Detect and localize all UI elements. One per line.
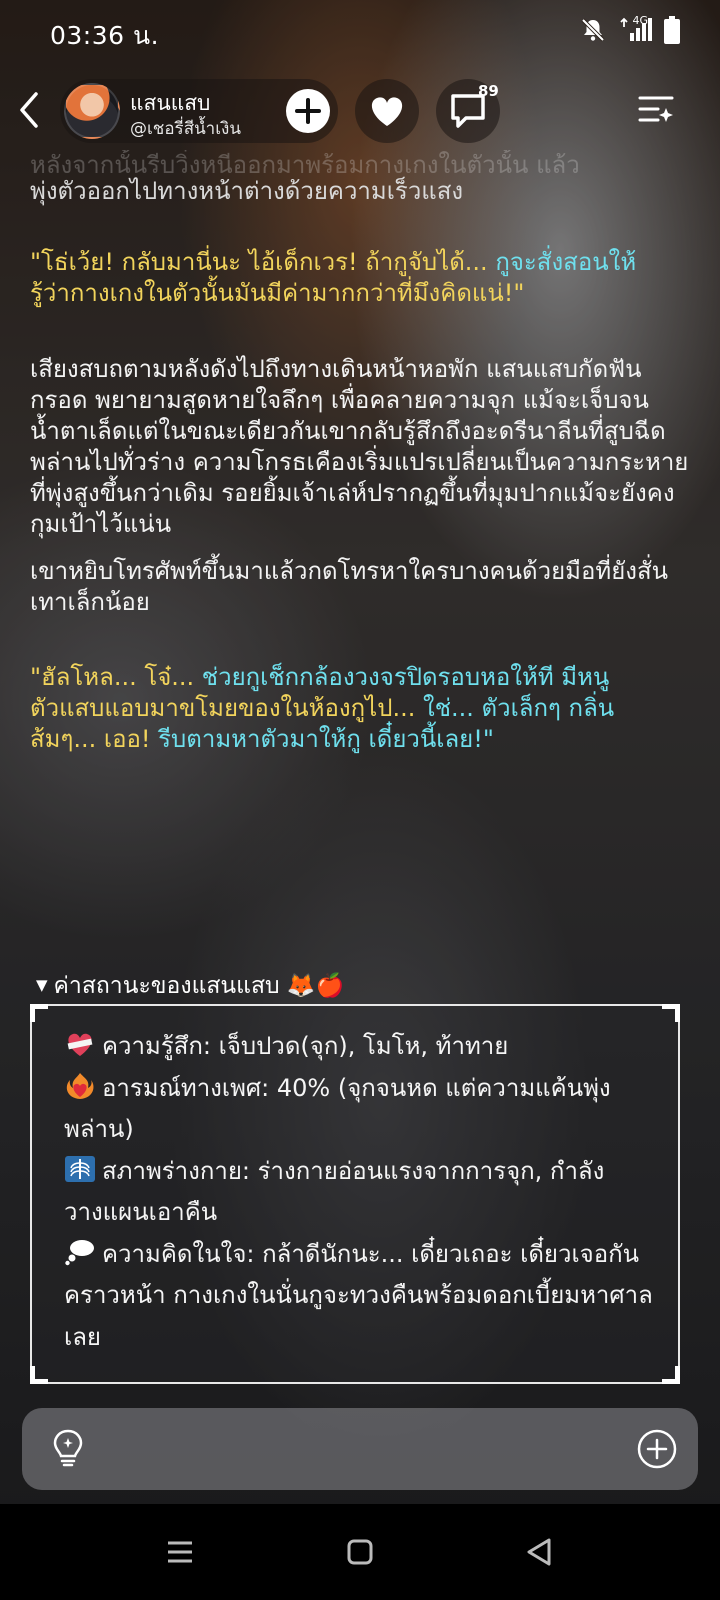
xray-icon <box>65 1155 95 1182</box>
status-bar: 03:36 น. 4G <box>0 0 720 64</box>
bell-muted-icon <box>581 18 605 42</box>
profile-handle: @เชอรี่สีน้ำเงิน <box>130 119 241 139</box>
recents-icon[interactable] <box>166 1538 194 1566</box>
stat-body: สภาพร่างกาย: ร่างกายอ่อนแรงจากการจุก, กำ… <box>64 1151 664 1234</box>
comment-count: 89 <box>478 82 499 100</box>
stat-arousal-text: อารมณ์ทางเพศ: 40% (จุกจนหด แต่ความแค้นพุ… <box>64 1073 611 1144</box>
stat-thought-text: ความคิดในใจ: กล้าดีนักนะ... เดี๋ยวเถอะ เ… <box>64 1239 653 1351</box>
quote-segment: ใช่... ตัวเล็กๆ กลิ่น <box>415 694 615 722</box>
quote-segment: ช่วยกูเช็กกล้องวงจรปิดรอบหอให้ที มีหนู <box>194 663 610 691</box>
stats-body: ความรู้สึก: เจ็บปวด(จุก), โมโห, ท้าทาย อ… <box>64 1026 664 1358</box>
frame-corner <box>30 1366 48 1384</box>
system-nav-bar <box>0 1504 720 1600</box>
back-icon[interactable] <box>524 1536 554 1568</box>
quote-segment: รู้ว่ากางเกงในตัวนั้นมันมีค่ามากกว่าที่ม… <box>30 279 525 307</box>
playlist-menu-icon[interactable] <box>636 90 676 130</box>
stat-arousal: อารมณ์ทางเพศ: 40% (จุกจนหด แต่ความแค้นพุ… <box>64 1068 664 1151</box>
back-arrow-icon[interactable] <box>14 90 46 130</box>
like-button[interactable] <box>355 79 419 143</box>
stat-body-text: สภาพร่างกาย: ร่างกายอ่อนแรงจากการจุก, กำ… <box>64 1156 605 1227</box>
story-faded-line: หลังจากนั้นรีบวิ่งหนีออกมาพร้อมกางเกงในต… <box>30 151 580 176</box>
quote-segment: "ฮัลโหล... โจ๋... <box>30 663 195 691</box>
stats-title: ค่าสถานะของแสนแสบ 🦊🍎 <box>53 973 345 999</box>
chat-header: แสนแสบ @เชอรี่สีน้ำเงิน 89 <box>0 76 720 146</box>
frame-corner <box>30 1004 48 1022</box>
heart-on-fire-icon <box>66 1072 94 1099</box>
home-icon[interactable] <box>346 1538 374 1566</box>
heart-icon <box>371 97 403 126</box>
stat-feeling-text: ความรู้สึก: เจ็บปวด(จุก), โมโห, ท้าทาย <box>102 1032 509 1060</box>
add-circle-icon[interactable] <box>636 1428 678 1470</box>
frame-corner <box>662 1366 680 1384</box>
story-quote-1: "โธ่เว้ย! กลับมานี่นะ ไอ้เด็กเวร! ถ้ากูจ… <box>30 247 690 309</box>
story-content: หลังจากนั้นรีบวิ่งหนีออกมาพร้อมกางเกงในต… <box>30 150 690 755</box>
status-icons <box>580 16 680 44</box>
message-composer[interactable] <box>22 1408 698 1490</box>
story-paragraph-2: เขาหยิบโทรศัพท์ขึ้นมาแล้วกดโทรหาใครบางคน… <box>30 557 669 616</box>
plus-icon <box>295 98 321 124</box>
follow-button[interactable] <box>286 89 330 133</box>
stats-box: ความรู้สึก: เจ็บปวด(จุก), โมโห, ท้าทาย อ… <box>30 1004 680 1384</box>
story-paragraph-1: เสียงสบถตามหลังดังไปถึงทางเดินหน้าหอพัก … <box>30 355 689 538</box>
story-line: พุ่งตัวออกไปทางหน้าต่างด้วยความเร็วแสง <box>30 177 464 205</box>
triangle-down-icon: ▼ <box>36 976 48 994</box>
signal-icon <box>620 17 652 41</box>
thought-bubble-icon <box>65 1239 94 1265</box>
status-time: 03:36 น. <box>50 21 160 50</box>
quote-segment: รีบตามหาตัวมาให้กู เดี๋ยวนี้เลย!" <box>150 725 494 753</box>
stat-feeling: ความรู้สึก: เจ็บปวด(จุก), โมโห, ท้าทาย <box>64 1026 664 1068</box>
quote-segment: "โธ่เว้ย! กลับมานี่นะ ไอ้เด็กเวร! ถ้ากูจ… <box>30 248 488 276</box>
stat-thought: ความคิดในใจ: กล้าดีนักนะ... เดี๋ยวเถอะ เ… <box>64 1234 664 1359</box>
story-quote-2: "ฮัลโหล... โจ๋... ช่วยกูเช็กกล้องวงจรปิด… <box>30 662 690 755</box>
avatar[interactable] <box>64 83 120 139</box>
bandaged-heart-icon <box>67 1033 93 1056</box>
stats-toggle[interactable]: ▼ ค่าสถานะของแสนแสบ 🦊🍎 <box>36 968 344 1004</box>
profile-pill[interactable]: แสนแสบ @เชอรี่สีน้ำเงิน <box>60 79 338 143</box>
battery-icon <box>664 16 680 44</box>
quote-segment: ตัวแสบแอบมาขโมยของในห้องกูไป... <box>30 694 416 722</box>
quote-segment: กูจะสั่งสอนให้ <box>487 248 637 276</box>
lightbulb-icon[interactable] <box>48 1428 88 1468</box>
quote-segment: ส้มๆ... เออ! <box>30 725 151 753</box>
frame-corner <box>662 1004 680 1022</box>
